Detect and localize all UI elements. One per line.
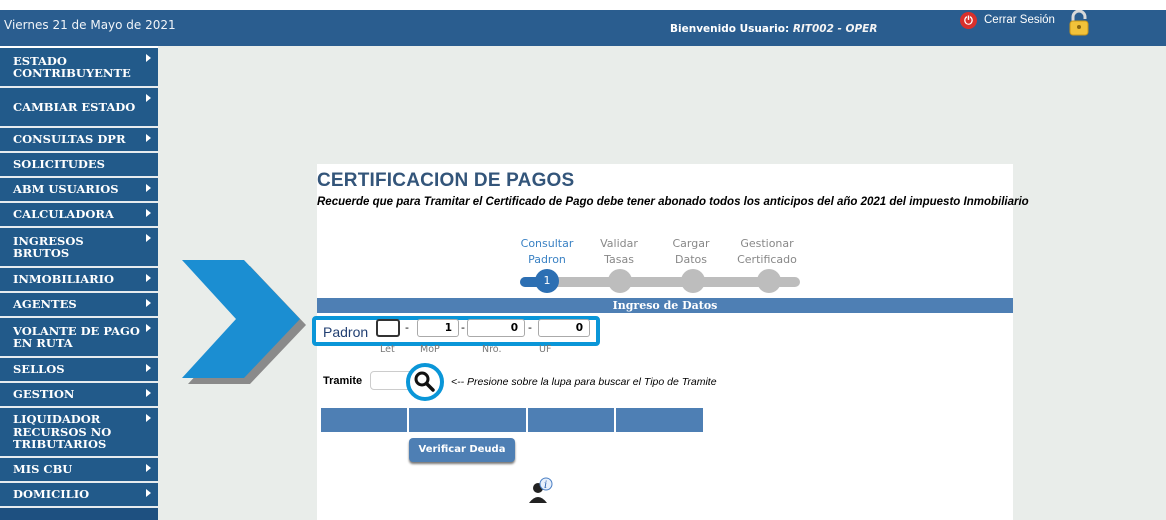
sidebar-item-label: INGRESOS BRUTOS xyxy=(13,233,84,260)
sidebar-item-mis-cbu[interactable]: MIS CBU xyxy=(0,458,158,483)
sidebar-item-label: ABM USUARIOS xyxy=(13,182,119,197)
tramite-label: Tramite xyxy=(323,375,363,387)
top-header: Viernes 21 de Mayo de 2021 Bienvenido Us… xyxy=(0,10,1166,46)
step-label: Gestionar xyxy=(740,237,794,250)
submenu-arrow-icon xyxy=(146,389,151,397)
lock-icon[interactable] xyxy=(1066,10,1092,36)
sidebar-item-domicilio[interactable]: DOMICILIO xyxy=(0,483,158,508)
search-icon xyxy=(414,371,435,392)
submenu-arrow-icon xyxy=(146,489,151,497)
submenu-arrow-icon xyxy=(146,184,151,192)
submenu-arrow-icon xyxy=(146,324,151,332)
help-user-icon[interactable]: i xyxy=(527,476,555,504)
verificar-deuda-button[interactable]: Verificar Deuda xyxy=(409,438,515,462)
step-label: Consultar xyxy=(520,237,574,250)
sidebar-item-gestion[interactable]: GESTION xyxy=(0,383,158,408)
sidebar-item-inmobiliario[interactable]: INMOBILIARIO xyxy=(0,268,158,293)
step-dot-3 xyxy=(681,269,705,293)
result-table-cell xyxy=(616,408,703,432)
result-table-cell xyxy=(321,408,407,432)
sidebar-item-agentes[interactable]: AGENTES xyxy=(0,293,158,318)
submenu-arrow-icon xyxy=(146,54,151,62)
sidebar-item-label: SELLOS xyxy=(13,362,65,377)
sidebar-item-calculadora[interactable]: CALCULADORA xyxy=(0,203,158,228)
padron-uf-input[interactable]: 0 xyxy=(538,319,590,337)
step-cargar-datos[interactable]: Cargar Datos xyxy=(651,236,731,268)
sidebar-item-label: SOLICITUDES xyxy=(13,157,105,172)
uf-label: UF xyxy=(539,344,552,355)
chevron-arrow-icon xyxy=(182,260,306,384)
sidebar-item-cambiar-estado[interactable]: CAMBIAR ESTADO xyxy=(0,88,158,128)
sidebar-item-liquidador-recursos-no-tributarios[interactable]: LIQUIDADOR RECURSOS NO TRIBUTARIOS xyxy=(0,408,158,458)
separator: - xyxy=(405,321,409,334)
step-gestionar-certificado[interactable]: Gestionar Certificado xyxy=(727,236,807,268)
nro-label: Nro. xyxy=(482,344,502,355)
sidebar: ESTADO CONTRIBUYENTE CAMBIAR ESTADO CONSUL… xyxy=(0,48,158,520)
sidebar-item-label: DOMICILIO xyxy=(13,487,90,502)
padron-nro-input[interactable]: 0 xyxy=(467,319,525,337)
mop-label: MoP xyxy=(420,344,440,355)
step-label: Datos xyxy=(675,253,707,266)
sidebar-item-label: VOLANTE DE PAGO EN RUTA xyxy=(13,323,140,350)
sidebar-item-label: CAMBIAR ESTADO xyxy=(13,99,136,114)
sidebar-item-label: CONSULTAS DPR xyxy=(13,132,126,147)
separator: - xyxy=(461,321,465,334)
submenu-arrow-icon xyxy=(146,414,151,422)
result-table-cell xyxy=(409,408,526,432)
section-header: Ingreso de Datos xyxy=(317,298,1013,313)
step-label: Cargar xyxy=(672,237,710,250)
sidebar-item-label: INMOBILIARIO xyxy=(13,272,115,287)
padron-mop-input[interactable]: 1 xyxy=(417,319,459,337)
let-label: Let xyxy=(380,344,395,355)
sidebar-item-volante-de-pago-en-ruta[interactable]: VOLANTE DE PAGO EN RUTA xyxy=(0,318,158,358)
power-icon[interactable]: ⏻ xyxy=(960,12,977,29)
step-label: Tasas xyxy=(604,253,634,266)
step-consultar-padron[interactable]: Consultar Padron xyxy=(507,236,587,268)
page-title: CERTIFICACION DE PAGOS xyxy=(317,170,575,191)
separator: - xyxy=(528,321,532,334)
current-date: Viernes 21 de Mayo de 2021 xyxy=(4,18,176,32)
submenu-arrow-icon xyxy=(146,364,151,372)
sidebar-item-ingresos-brutos[interactable]: INGRESOS BRUTOS xyxy=(0,228,158,268)
search-button[interactable] xyxy=(406,363,444,401)
padron-let-input[interactable] xyxy=(376,319,400,337)
sidebar-item-label: MIS CBU xyxy=(13,462,73,477)
welcome-label: Bienvenido Usuario: xyxy=(670,23,790,35)
sidebar-item-solicitudes[interactable]: SOLICITUDES xyxy=(0,153,158,178)
sidebar-item-label: LIQUIDADOR RECURSOS NO TRIBUTARIOS xyxy=(13,412,112,452)
sidebar-item-label: AGENTES xyxy=(13,297,77,312)
page-subtitle: Recuerde que para Tramitar el Certificad… xyxy=(317,196,1029,208)
step-dot-1: 1 xyxy=(535,269,559,293)
sidebar-item-sellos[interactable]: SELLOS xyxy=(0,358,158,383)
submenu-arrow-icon xyxy=(146,299,151,307)
submenu-arrow-icon xyxy=(146,464,151,472)
logout-link[interactable]: Cerrar Sesión xyxy=(984,14,1055,26)
submenu-arrow-icon xyxy=(146,274,151,282)
certificacion-panel: CERTIFICACION DE PAGOS Recuerde que para… xyxy=(312,164,1029,520)
sidebar-item-estado-contribuyente[interactable]: ESTADO CONTRIBUYENTE xyxy=(0,48,158,88)
submenu-arrow-icon xyxy=(146,94,151,102)
svg-text:i: i xyxy=(544,480,547,491)
result-table-cell xyxy=(528,408,614,432)
username: RIT002 - OPER xyxy=(792,23,878,35)
sidebar-item-label: ESTADO CONTRIBUYENTE xyxy=(13,53,131,80)
submenu-arrow-icon xyxy=(146,134,151,142)
submenu-arrow-icon xyxy=(146,209,151,217)
sidebar-item-label: GESTION xyxy=(13,387,75,402)
sidebar-item-abm-usuarios[interactable]: ABM USUARIOS xyxy=(0,178,158,203)
welcome-text: Bienvenido Usuario: RIT002 - OPER xyxy=(670,23,877,35)
step-validar-tasas[interactable]: Validar Tasas xyxy=(579,236,659,268)
sidebar-item-label: CALCULADORA xyxy=(13,207,114,222)
step-label: Certificado xyxy=(737,253,797,266)
padron-label: Padron xyxy=(323,324,369,340)
step-dot-2 xyxy=(608,269,632,293)
submenu-arrow-icon xyxy=(146,234,151,242)
step-label: Validar xyxy=(600,237,638,250)
sidebar-item-consultas-dpr[interactable]: CONSULTAS DPR xyxy=(0,128,158,153)
step-dot-4 xyxy=(757,269,781,293)
tramite-hint: <-- Presione sobre la lupa para buscar e… xyxy=(451,376,717,388)
step-label: Padron xyxy=(528,253,566,266)
